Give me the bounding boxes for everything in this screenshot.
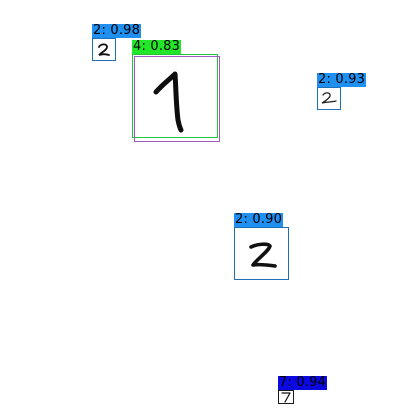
handwritten-digit-2-middle (249, 242, 277, 268)
detection-label: 4: 0.83 (132, 39, 182, 54)
handwritten-digit-2-small (98, 43, 110, 56)
detection-label: 7: 0.94 (278, 375, 328, 390)
detection-label: 2: 0.90 (234, 212, 284, 227)
handwritten-digit-7 (281, 392, 291, 403)
detection-label: 2: 0.98 (92, 23, 142, 38)
detection-canvas: 2: 0.98 4: 0.83 2: 0.93 2: 0.90 7: 0.94 (0, 0, 416, 416)
handwritten-digit-1 (153, 71, 184, 133)
detection-label: 2: 0.93 (317, 72, 367, 87)
handwritten-digit-2-right (321, 92, 337, 104)
